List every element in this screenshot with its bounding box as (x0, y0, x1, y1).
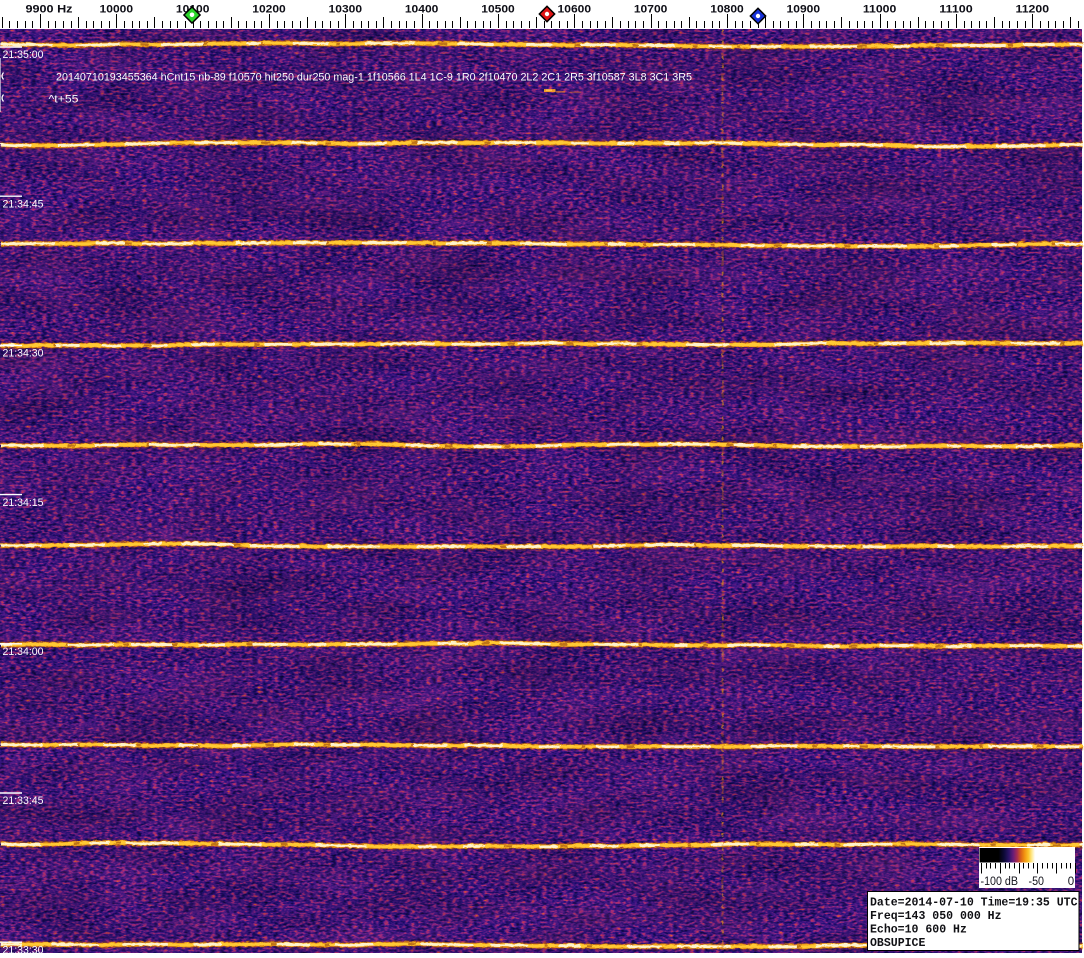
svg-text:21:34:15: 21:34:15 (3, 497, 44, 509)
svg-text:21:33:30: 21:33:30 (3, 944, 44, 953)
svg-text:10000: 10000 (100, 4, 134, 16)
svg-text:11100: 11100 (939, 4, 973, 16)
svg-text:-50: -50 (1029, 876, 1045, 888)
svg-text:21:34:45: 21:34:45 (3, 198, 44, 210)
svg-text:10800: 10800 (710, 4, 744, 16)
svg-text:21:33:45: 21:33:45 (3, 795, 44, 807)
svg-text:10700: 10700 (634, 4, 668, 16)
svg-text:11000: 11000 (863, 4, 897, 16)
svg-text:Echo=10 600 Hz: Echo=10 600 Hz (870, 923, 967, 936)
svg-text:9900 Hz: 9900 Hz (26, 4, 74, 16)
svg-text:Date=2014-07-10 Time=19:35 UTC: Date=2014-07-10 Time=19:35 UTC (870, 897, 1078, 910)
svg-text:^t+55: ^t+55 (49, 94, 79, 106)
svg-text:21:35:00: 21:35:00 (3, 49, 44, 61)
svg-text:10500: 10500 (481, 4, 515, 16)
svg-text:10300: 10300 (329, 4, 363, 16)
svg-text:10200: 10200 (252, 4, 286, 16)
svg-text:10400: 10400 (405, 4, 439, 16)
svg-text:0: 0 (1068, 876, 1074, 888)
svg-text:OBSUPICE: OBSUPICE (870, 937, 925, 950)
svg-text:11200: 11200 (1016, 4, 1050, 16)
svg-text:21:34:00: 21:34:00 (3, 646, 44, 658)
svg-text:21:34:30: 21:34:30 (3, 348, 44, 360)
svg-text:20140710193455364 hCnt15 nb-89: 20140710193455364 hCnt15 nb-89 f10570 hi… (56, 72, 692, 84)
svg-text:10600: 10600 (558, 4, 592, 16)
svg-text:-100 dB: -100 dB (981, 876, 1019, 888)
svg-text:Freq=143 050 000 Hz: Freq=143 050 000 Hz (870, 910, 1002, 923)
svg-text:10900: 10900 (787, 4, 821, 16)
